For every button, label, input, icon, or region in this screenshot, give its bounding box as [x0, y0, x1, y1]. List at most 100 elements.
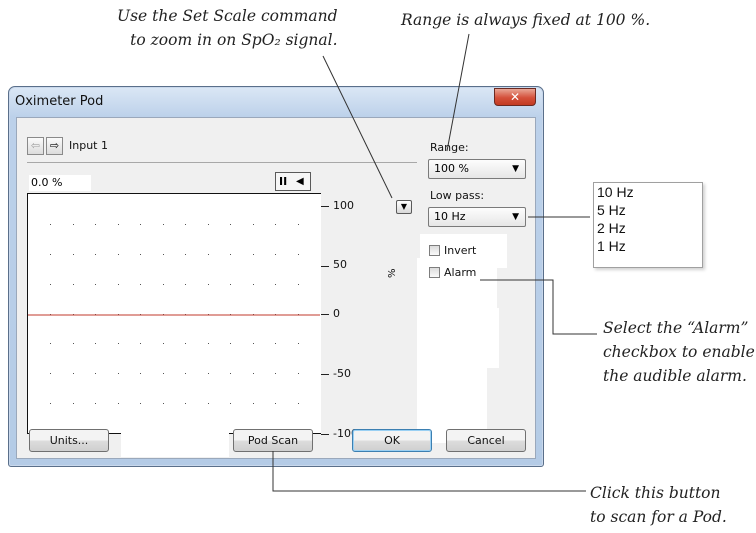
grid-dot: [73, 284, 74, 285]
grid-dot: [253, 403, 254, 404]
grid-dot: [163, 403, 164, 404]
grid-dot: [275, 343, 276, 344]
grid-dot: [163, 373, 164, 374]
grid-dot: [95, 373, 96, 374]
settings-panel-edge: [487, 238, 507, 268]
scale-dropdown-icon: ▼: [400, 202, 408, 211]
pod-scan-callout-line-1: Click this button: [590, 484, 721, 502]
pod-scan-button[interactable]: Pod Scan: [233, 429, 313, 452]
y-tick-50: [321, 266, 329, 267]
y-tick-100: [321, 206, 329, 207]
title-bar[interactable]: Oximeter Pod ✕: [9, 87, 543, 117]
grid-dot: [275, 254, 276, 255]
lowpass-option-5hz[interactable]: 5 Hz: [594, 201, 702, 219]
cancel-button[interactable]: Cancel: [446, 429, 526, 452]
ok-button[interactable]: OK: [352, 429, 432, 452]
grid-dot: [208, 343, 209, 344]
grid-dot: [230, 343, 231, 344]
lowpass-select[interactable]: 10 Hz ▼: [428, 207, 526, 227]
grid-dot: [208, 224, 209, 225]
grid-dot: [208, 373, 209, 374]
grid-dot: [140, 403, 141, 404]
plot-grid: [28, 224, 320, 404]
separator-line: [27, 162, 417, 163]
checkbox-box[interactable]: [429, 267, 440, 278]
grid-dot: [185, 343, 186, 344]
grid-dot: [253, 343, 254, 344]
y-label-0: 0: [333, 307, 340, 320]
signal-plot[interactable]: [27, 193, 321, 434]
grid-dot: [275, 224, 276, 225]
close-icon: ✕: [509, 90, 521, 104]
grid-dot: [185, 403, 186, 404]
lowpass-value: 10 Hz: [434, 210, 466, 223]
y-label-50: 50: [333, 258, 347, 271]
oximeter-pod-window: Oximeter Pod ✕ ⇦ ⇨ Input 1 0.0 % II ◀ 10…: [8, 86, 544, 467]
set-scale-callout: Use the Set Scale command to zoom in on …: [117, 4, 338, 52]
previous-input-button[interactable]: ⇦: [27, 137, 44, 155]
grid-dot: [298, 224, 299, 225]
grid-dot: [163, 224, 164, 225]
arrow-right-icon: ⇨: [49, 139, 60, 152]
grid-dot: [50, 284, 51, 285]
alarm-callout-line-2: checkbox to enable: [603, 343, 755, 361]
units-button[interactable]: Units...: [29, 429, 109, 452]
grid-dot: [208, 403, 209, 404]
pod-scan-callout: Click this button to scan for a Pod.: [590, 481, 727, 529]
dialog-client-area: ⇦ ⇨ Input 1 0.0 % II ◀ 100 50 0 -50 -100…: [16, 117, 536, 459]
value-readout: 0.0 %: [29, 175, 91, 191]
grid-dot: [298, 403, 299, 404]
grid-dot: [140, 224, 141, 225]
grid-dot: [253, 373, 254, 374]
grid-dot: [208, 284, 209, 285]
pause-scroll-control[interactable]: II ◀: [275, 172, 311, 191]
grid-dot: [208, 254, 209, 255]
grid-dot: [73, 373, 74, 374]
alarm-label: Alarm: [444, 266, 477, 279]
grid-dot: [298, 343, 299, 344]
checkbox-box[interactable]: [429, 245, 440, 256]
input-nav: ⇦ ⇨: [27, 137, 63, 155]
grid-dot: [185, 284, 186, 285]
grid-dot: [73, 403, 74, 404]
status-area: [121, 421, 229, 457]
grid-dot: [118, 224, 119, 225]
pause-icon: II: [279, 175, 288, 188]
settings-panel-side: [477, 308, 499, 368]
set-scale-callout-line-2: to zoom in on SpO₂ signal.: [130, 31, 338, 49]
grid-dot: [118, 343, 119, 344]
grid-dot: [253, 254, 254, 255]
chevron-down-icon: ▼: [512, 212, 519, 222]
grid-dot: [230, 224, 231, 225]
grid-dot: [50, 224, 51, 225]
pod-scan-callout-line-2: to scan for a Pod.: [590, 508, 727, 526]
grid-dot: [163, 254, 164, 255]
range-select[interactable]: 100 % ▼: [428, 159, 526, 179]
lowpass-option-2hz[interactable]: 2 Hz: [594, 219, 702, 237]
grid-dot: [140, 373, 141, 374]
grid-dot: [230, 254, 231, 255]
grid-dot: [95, 254, 96, 255]
invert-label: Invert: [444, 244, 477, 257]
set-scale-button[interactable]: ▼: [396, 200, 412, 214]
y-label-neg50: -50: [333, 367, 351, 380]
grid-dot: [185, 254, 186, 255]
grid-dot: [50, 373, 51, 374]
lowpass-option-10hz[interactable]: 10 Hz: [594, 183, 702, 201]
arrow-left-icon: ⇦: [30, 139, 41, 152]
grid-dot: [118, 373, 119, 374]
close-button[interactable]: ✕: [494, 88, 536, 106]
lowpass-option-1hz[interactable]: 1 Hz: [594, 237, 702, 255]
grid-dot: [163, 343, 164, 344]
alarm-checkbox[interactable]: Alarm: [429, 266, 476, 280]
invert-checkbox[interactable]: Invert: [429, 244, 476, 258]
chevron-down-icon: ▼: [512, 164, 519, 174]
grid-dot: [73, 254, 74, 255]
grid-dot: [230, 284, 231, 285]
grid-dot: [118, 403, 119, 404]
grid-dot: [253, 224, 254, 225]
next-input-button[interactable]: ⇨: [46, 137, 63, 155]
grid-dot: [140, 284, 141, 285]
scroll-left-icon: ◀: [296, 176, 304, 187]
window-title: Oximeter Pod: [15, 94, 104, 109]
